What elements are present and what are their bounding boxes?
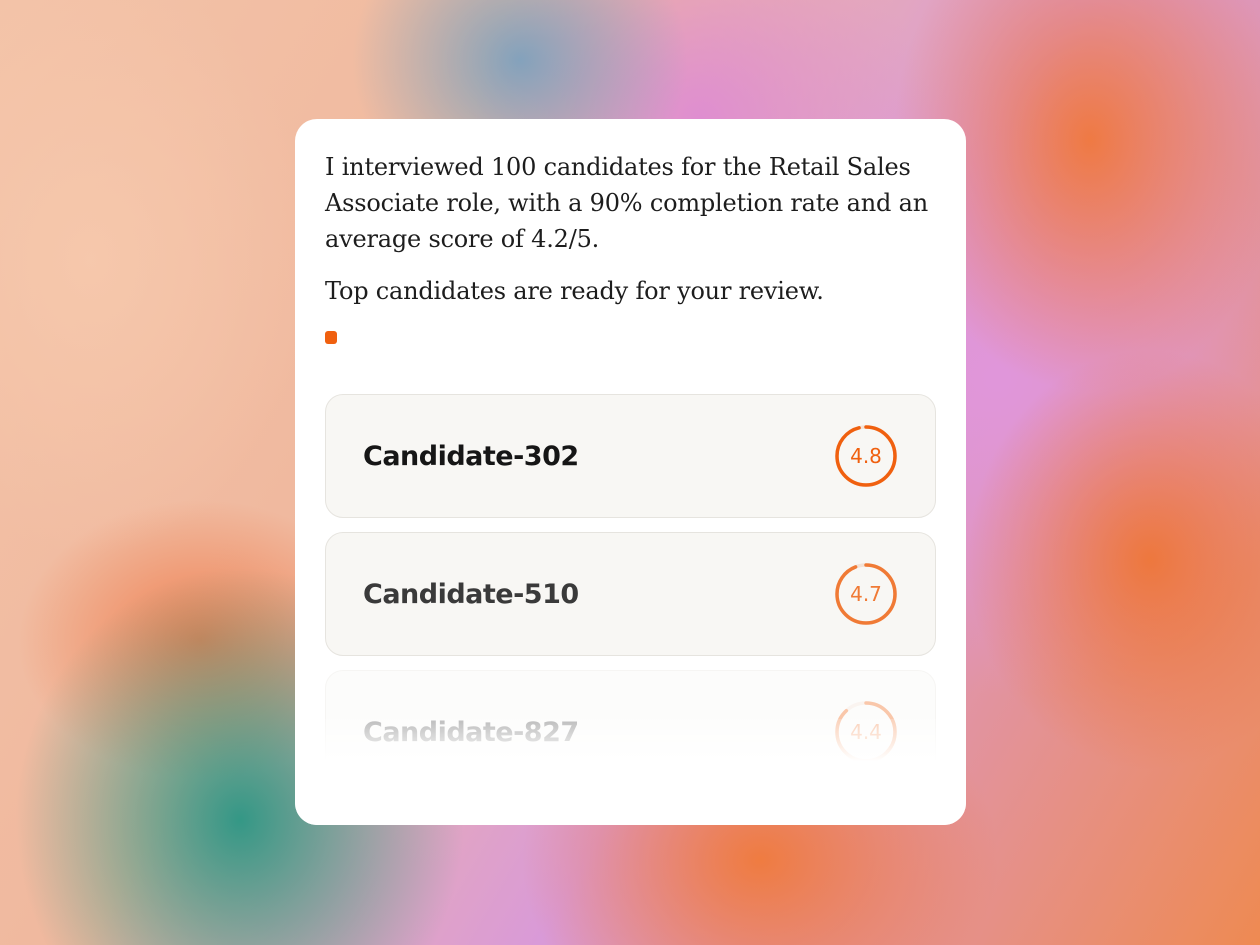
- score-ring: 4.4: [834, 700, 898, 764]
- candidate-name: Candidate-510: [363, 578, 579, 610]
- typing-cursor-icon: [325, 331, 337, 344]
- candidate-score: 4.8: [850, 444, 882, 468]
- candidate-card[interactable]: Candidate-827 4.4: [325, 670, 936, 794]
- candidate-card[interactable]: Candidate-510 4.7: [325, 532, 936, 656]
- score-ring: 4.8: [834, 424, 898, 488]
- score-ring: 4.7: [834, 562, 898, 626]
- candidate-name: Candidate-827: [363, 716, 579, 748]
- message-paragraph-review: Top candidates are ready for your review…: [325, 277, 824, 305]
- candidate-name: Candidate-302: [363, 440, 579, 472]
- candidate-score: 4.4: [850, 720, 882, 744]
- chat-message-card: I interviewed 100 candidates for the Ret…: [295, 119, 966, 825]
- message-paragraph-summary: I interviewed 100 candidates for the Ret…: [325, 153, 928, 253]
- candidate-score: 4.7: [850, 582, 882, 606]
- candidate-card[interactable]: Candidate-302 4.8: [325, 394, 936, 518]
- candidate-list: Candidate-302 4.8 Candidate-510 4.7 Cand…: [325, 394, 936, 808]
